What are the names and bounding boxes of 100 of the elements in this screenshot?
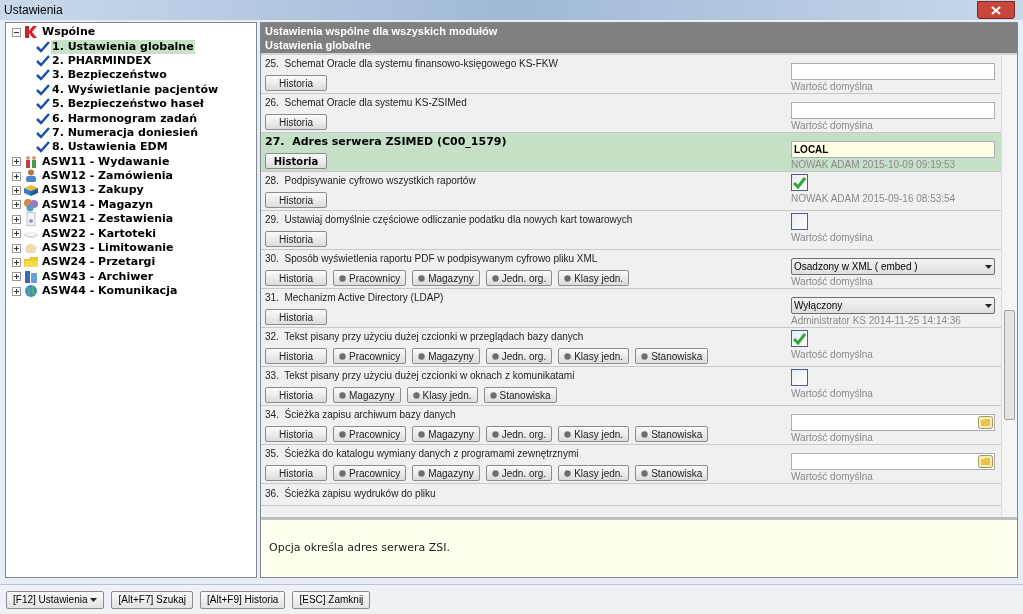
tree-item[interactable]: 8. Ustawienia EDM [51, 140, 169, 155]
setting-row[interactable]: 34. Ścieżka zapisu archiwum bazy danych Historia Pracownicy Magazyny Jedn. org. Klasy jedn. Stanowiska Wartość domyślna [261, 406, 1001, 445]
expand-icon[interactable] [12, 157, 21, 167]
checkbox[interactable] [791, 369, 808, 386]
path-field[interactable] [791, 453, 995, 470]
scope-button[interactable]: Magazyny [333, 387, 401, 403]
expand-icon[interactable] [12, 229, 21, 239]
expand-icon[interactable] [12, 186, 21, 195]
scope-button[interactable]: Stanowiska [635, 465, 709, 481]
scope-button[interactable]: Pracownicy [333, 270, 407, 286]
setting-row[interactable]: 33. Tekst pisany przy użyciu dużej czcionki w oknach z komunikatami Historia Magazyny Klasy jedn. Stanowiska Wartość domyślna [261, 367, 1001, 406]
scope-button[interactable]: Pracownicy [333, 465, 407, 481]
history-button[interactable]: Historia [265, 426, 327, 442]
close-button[interactable] [977, 1, 1015, 19]
tree-item[interactable]: 7. Numeracja doniesień [51, 125, 200, 140]
tree-item[interactable]: ASW44 - Komunikacja [41, 284, 179, 299]
tree-item[interactable]: ASW22 - Kartoteki [41, 226, 158, 241]
text-field[interactable]: LOCAL [791, 141, 995, 158]
history-button[interactable]: Historia [265, 192, 327, 208]
scope-button[interactable]: Klasy jedn. [558, 270, 630, 286]
expand-icon[interactable] [12, 214, 21, 224]
setting-row[interactable]: 36. Ścieżka zapisu wydruków do pliku [261, 484, 1001, 506]
dropdown[interactable]: Osadzony w XML ( embed ) [791, 258, 995, 275]
tree-item[interactable]: ASW12 - Zamówienia [41, 169, 174, 184]
scope-button[interactable]: Magazyny [412, 465, 480, 481]
footer-button[interactable]: [ESC] Zamknij [292, 590, 371, 609]
scope-button[interactable]: Jedn. org. [485, 426, 553, 442]
history-button[interactable]: Historia [265, 114, 327, 130]
history-button[interactable]: Historia [265, 153, 327, 169]
tree-item[interactable]: 6. Harmonogram zadań [51, 111, 199, 126]
setting-row[interactable]: 32. Tekst pisany przy użyciu dużej czcionki w przeglądach bazy danych Historia Pracownicy Magazyny Jedn. org. Klasy jedn. Stanowiska Wartość domyślna [261, 328, 1001, 367]
dot-icon [564, 430, 572, 438]
setting-label: 36. Ścieżka zapisu wydruków do pliku [265, 487, 437, 500]
tree-item[interactable]: 2. PHARMINDEX [51, 53, 153, 68]
history-button[interactable]: Historia [265, 231, 327, 247]
history-button[interactable]: Historia [265, 75, 327, 91]
scope-button[interactable]: Magazyny [412, 426, 480, 442]
footer-button[interactable]: [Alt+F7] Szukaj [111, 590, 193, 609]
tree-item[interactable]: 5. Bezpieczeństwo haseł [51, 97, 205, 112]
tree-item[interactable]: ASW43 - Archiwer [41, 269, 155, 284]
scope-button[interactable]: Magazyny [412, 270, 480, 286]
history-button[interactable]: Historia [265, 387, 327, 403]
setting-row[interactable]: 28. Podpisywanie cyfrowo wszystkich raportów Historia NOWAK ADAM 2015-09-16 08:53:54 [261, 172, 1001, 211]
tree-item[interactable]: Wspólne [41, 25, 97, 40]
dropdown[interactable]: Wyłączony [791, 297, 995, 314]
expand-icon[interactable] [12, 171, 21, 181]
dot-icon [564, 352, 572, 360]
expand-icon[interactable] [12, 257, 21, 267]
scope-button[interactable]: Klasy jedn. [406, 387, 478, 403]
expand-icon[interactable] [12, 243, 21, 253]
tree-item[interactable]: ASW13 - Zakupy [41, 183, 145, 198]
expand-icon[interactable] [12, 286, 21, 296]
tree-item[interactable]: ASW23 - Limitowanie [41, 241, 175, 256]
scrollbar[interactable] [1001, 55, 1017, 517]
expand-icon[interactable] [12, 272, 21, 282]
history-button[interactable]: Historia [265, 270, 327, 286]
dot-icon [491, 430, 499, 438]
scope-button[interactable]: Stanowiska [635, 348, 709, 364]
tree-item[interactable]: ASW11 - Wydawanie [41, 154, 171, 169]
scope-button[interactable]: Pracownicy [333, 348, 407, 364]
scope-button[interactable]: Stanowiska [483, 387, 557, 403]
setting-row[interactable]: 35. Ścieżka do katalogu wymiany danych z programami zewnętrznymi Historia Pracownicy Magazyny Jedn. org. Klasy jedn. Stanowiska Wartość domyślna [261, 445, 1001, 484]
path-field[interactable] [791, 414, 995, 431]
expand-icon[interactable] [12, 200, 21, 210]
history-button[interactable]: Historia [265, 465, 327, 481]
dot-icon [339, 430, 346, 438]
scope-button[interactable]: Klasy jedn. [558, 348, 630, 364]
text-field[interactable] [791, 63, 995, 80]
close-icon [991, 5, 1001, 15]
tree-item[interactable]: 4. Wyświetlanie pacjentów [51, 82, 220, 97]
checkbox[interactable] [791, 330, 808, 347]
setting-note: Wartość domyślna [791, 387, 874, 400]
checkbox[interactable] [791, 174, 808, 191]
setting-row[interactable]: 29. Ustawiaj domyślnie częściowe odliczanie podatku dla nowych kart towarowych Historia Wartość domyślna [261, 211, 1001, 250]
text-field[interactable] [791, 102, 995, 119]
tree-item[interactable]: ASW24 - Przetargi [41, 255, 157, 270]
tree-item[interactable]: ASW14 - Magazyn [41, 197, 155, 212]
scope-button[interactable]: Klasy jedn. [558, 465, 630, 481]
tree-item[interactable]: 1. Ustawienia globalne [51, 39, 195, 54]
history-button[interactable]: Historia [265, 348, 327, 364]
scope-button[interactable]: Magazyny [412, 348, 480, 364]
setting-label: 33. Tekst pisany przy użyciu dużej czcionki w oknach z komunikatami [265, 369, 576, 382]
scope-button[interactable]: Jedn. org. [485, 348, 553, 364]
collapse-icon[interactable] [12, 27, 21, 37]
setting-row[interactable]: 27. Adres serwera ZSIMED (C00_1579) Historia LOCAL NOWAK ADAM 2015-10-09 09:19:53 [261, 133, 1001, 172]
scope-button[interactable]: Klasy jedn. [558, 426, 630, 442]
history-button[interactable]: Historia [265, 309, 327, 325]
setting-note: Wartość domyślna [791, 348, 874, 361]
tree-item[interactable]: ASW21 - Zestawienia [41, 212, 175, 227]
scope-button[interactable]: Pracownicy [333, 426, 407, 442]
checkbox[interactable] [791, 213, 808, 230]
scope-button[interactable]: Stanowiska [635, 426, 709, 442]
setting-note: Administrator KS 2014-11-25 14:14:36 [791, 314, 962, 327]
setting-note: Wartość domyślna [791, 119, 874, 132]
dot-icon [491, 352, 499, 360]
scope-button[interactable]: Jedn. org. [485, 465, 553, 481]
footer-button[interactable]: [Alt+F9] Historia [200, 590, 286, 609]
menu-button[interactable]: [F12] Ustawienia [6, 590, 105, 609]
tree-item[interactable]: 3. Bezpieczeństwo [51, 68, 168, 83]
scope-button[interactable]: Jedn. org. [485, 270, 553, 286]
